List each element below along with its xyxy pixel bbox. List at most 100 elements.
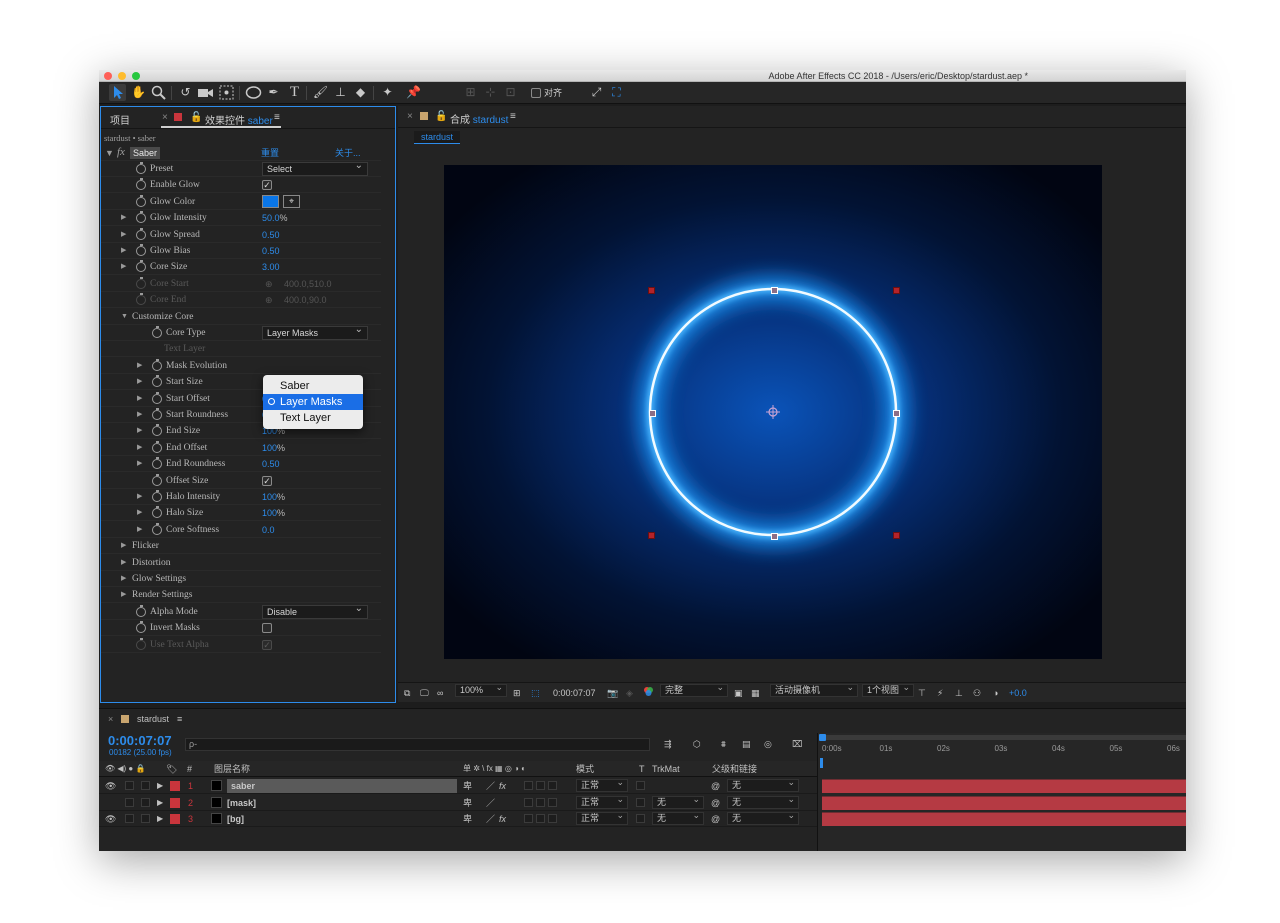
layer-duration-bar[interactable] (822, 795, 1186, 810)
quality-switch-icon[interactable]: ／ (486, 778, 495, 794)
layer-switch-box[interactable] (548, 814, 557, 823)
stopwatch-icon[interactable] (136, 244, 146, 256)
motion-blur-icon[interactable]: ◎ (764, 736, 772, 752)
property-select[interactable]: Disable (262, 603, 368, 619)
property-value[interactable]: 100% (262, 505, 285, 521)
stopwatch-icon[interactable] (152, 424, 162, 437)
group-label[interactable]: Glow Settings (132, 571, 186, 587)
property-row-halo-size[interactable]: ▶ Halo Size 100% (101, 505, 381, 522)
property-row-flicker[interactable]: ▶ Flicker (101, 538, 381, 555)
stopwatch-icon[interactable] (152, 490, 162, 502)
shy-switch-icon[interactable]: 卑 (463, 778, 472, 794)
expand-arrow-icon[interactable]: ▶ (137, 489, 142, 505)
comp-viewer[interactable] (444, 165, 1102, 659)
expand-arrow-icon[interactable]: ▶ (137, 505, 142, 521)
stopwatch-icon[interactable] (136, 162, 146, 174)
expand-arrow-icon[interactable]: ▶ (137, 423, 142, 439)
property-value[interactable]: 0.50 (262, 243, 280, 259)
layer-bound-handle[interactable] (648, 287, 655, 294)
blend-mode-select[interactable]: 正常 (576, 777, 628, 792)
selection-tool-icon[interactable] (109, 84, 126, 101)
visibility-eye-icon[interactable]: 👁 (105, 811, 116, 827)
property-value[interactable]: 50.0% (262, 210, 288, 226)
expand-arrow-icon[interactable]: ▶ (137, 456, 142, 472)
puppet-pin-tool-icon[interactable]: 📌 (405, 84, 422, 101)
comp-flowchart-tab[interactable]: stardust (414, 131, 461, 144)
layer-search-input[interactable]: ρ- (185, 738, 650, 751)
expand-arrow-icon[interactable]: ▶ (121, 259, 126, 275)
reset-link[interactable]: 重置 (261, 146, 279, 160)
fx-switch[interactable]: fx (499, 778, 506, 794)
quality-switch-icon[interactable]: ／ (486, 795, 495, 811)
mask-vertex-left[interactable] (649, 410, 656, 417)
layer-label-color[interactable] (170, 781, 180, 791)
current-time-indicator[interactable] (820, 758, 823, 768)
layer-expand-arrow-icon[interactable]: ▶ (157, 795, 163, 811)
core-type-dropdown-menu[interactable]: Saber Layer Masks Text Layer (263, 375, 363, 429)
dropdown-option-text-layer[interactable]: Text Layer (263, 410, 363, 426)
property-row-render-settings[interactable]: ▶ Render Settings (101, 587, 381, 604)
table-row[interactable]: 👁 ▶ 1 saber 卑 ／fx 正常 @ 无 (99, 777, 817, 794)
parent-select[interactable]: 无 (727, 810, 799, 825)
expand-arrow-icon[interactable]: ▶ (121, 210, 126, 226)
pick-whip-icon[interactable]: @ (711, 795, 720, 811)
property-row-core-softness[interactable]: ▶ Core Softness 0.0 (101, 522, 381, 538)
property-row-enable-glow[interactable]: Enable Glow ✓ (101, 177, 381, 194)
resolution-select[interactable]: 完整 (660, 682, 728, 697)
expand-arrow-icon[interactable]: ▶ (121, 227, 126, 243)
comp-lock-icon[interactable]: 🔓 (435, 111, 447, 122)
transparency-grid-icon[interactable]: ▦ (751, 686, 760, 700)
fast-preview-icon[interactable]: ⚡ (937, 686, 943, 700)
property-row-customize-core[interactable]: ▼ Customize Core (101, 309, 381, 325)
fx-icon[interactable]: fx (117, 146, 125, 158)
layer-label-color[interactable] (170, 814, 180, 824)
effect-name[interactable]: Saber (130, 147, 161, 159)
close-timeline-tab-icon[interactable]: × (108, 711, 113, 727)
graph-editor-icon[interactable]: ⌧ (792, 736, 802, 752)
close-tab-icon[interactable]: × (162, 112, 168, 123)
property-row-glow-bias[interactable]: ▶ Glow Bias 0.50 (101, 243, 381, 259)
exposure-icon[interactable]: ◑ (993, 686, 998, 700)
property-select[interactable]: Layer Masks (262, 324, 368, 340)
close-window-button[interactable] (104, 72, 112, 80)
anchor-point-icon[interactable] (765, 404, 781, 420)
preserve-transparency-switch[interactable] (636, 797, 645, 807)
eraser-tool-icon[interactable]: ◆ (352, 84, 369, 101)
work-area-bar[interactable] (821, 735, 1186, 740)
layer-expand-arrow-icon[interactable]: ▶ (157, 811, 163, 827)
expand-arrow-icon[interactable]: ▶ (137, 391, 142, 407)
close-comp-tab-icon[interactable]: × (407, 111, 413, 122)
layer-switch-box[interactable] (548, 797, 557, 807)
color-swatch[interactable] (262, 194, 279, 208)
safe-margins-icon[interactable]: ⊞ (513, 686, 521, 700)
layer-switch-box[interactable] (536, 814, 545, 823)
pen-tool-icon[interactable]: ✒ (265, 84, 282, 101)
expand-arrow-icon[interactable]: ▶ (137, 522, 142, 538)
property-value[interactable]: 100% (262, 440, 285, 456)
tab-project[interactable]: 项目 (110, 112, 130, 127)
stopwatch-icon[interactable] (136, 227, 146, 240)
hand-tool-icon[interactable]: ✋ (130, 84, 147, 101)
layer-name[interactable]: [bg] (227, 811, 244, 827)
solo-switch[interactable] (125, 814, 134, 823)
property-row-glow-spread[interactable]: ▶ Glow Spread 0.50 (101, 227, 381, 243)
stopwatch-icon[interactable] (136, 211, 146, 224)
panel-menu-icon[interactable]: ≡ (274, 112, 280, 123)
stopwatch-icon[interactable] (152, 473, 162, 486)
property-value[interactable]: 3.00 (262, 259, 280, 275)
visibility-eye-icon[interactable]: 👁 (105, 778, 116, 794)
work-area-start-handle[interactable] (819, 734, 826, 741)
expand-arrow-icon[interactable]: ▶ (121, 571, 126, 587)
layer-switch-box[interactable] (536, 781, 545, 790)
property-row-mask-evolution[interactable]: ▶ Mask Evolution (101, 358, 381, 374)
group-label[interactable]: Render Settings (132, 587, 192, 603)
property-select[interactable]: Select (262, 160, 368, 176)
brush-tool-icon[interactable]: 🖌 (312, 84, 329, 101)
roto-brush-tool-icon[interactable]: ✦ (379, 84, 396, 101)
monitor-icon[interactable]: 🖵 (420, 686, 429, 700)
property-row-text-layer[interactable]: Text Layer (101, 341, 381, 358)
stopwatch-icon[interactable] (136, 178, 146, 191)
vr-icon[interactable]: ∞ (437, 686, 443, 700)
stopwatch-icon[interactable] (152, 326, 162, 338)
property-row-core-start[interactable]: Core Start ⊕ 400.0,510.0 (101, 276, 381, 292)
